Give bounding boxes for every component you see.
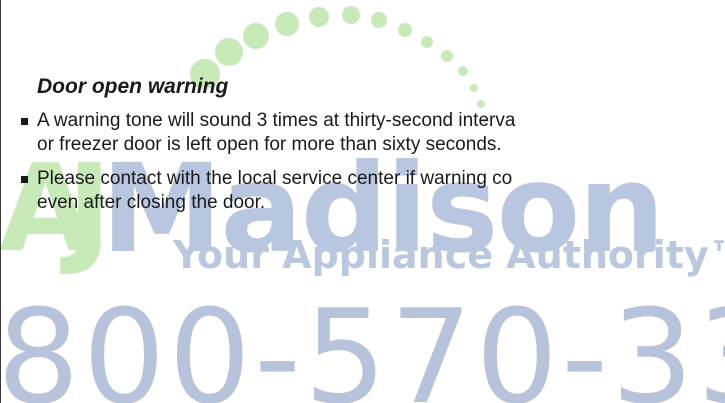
watermark-tagline: Your Appliance Authority™ [173, 233, 725, 277]
bullet-item: Please contact with the local service ce… [21, 167, 725, 215]
bullet-line: or freezer door is left open for more th… [37, 134, 502, 156]
square-bullet-icon [21, 176, 28, 184]
bullet-line: A warning tone will sound 3 times at thi… [37, 110, 516, 132]
bullet-line: even after closing the door. [37, 192, 266, 214]
bullet-line: Please contact with the local service ce… [37, 168, 513, 190]
square-bullet-icon [21, 118, 28, 126]
section-heading: Door open warning [37, 75, 229, 98]
bullet-item: A warning tone will sound 3 times at thi… [21, 109, 725, 157]
document-page: A J Madison Your Appliance Authority™ 80… [0, 0, 725, 403]
section-door-open-warning: Door open warning A warning tone will so… [21, 74, 725, 225]
bullet-list: A warning tone will sound 3 times at thi… [21, 109, 725, 215]
watermark-phone: 800-570-3355 [0, 281, 725, 403]
